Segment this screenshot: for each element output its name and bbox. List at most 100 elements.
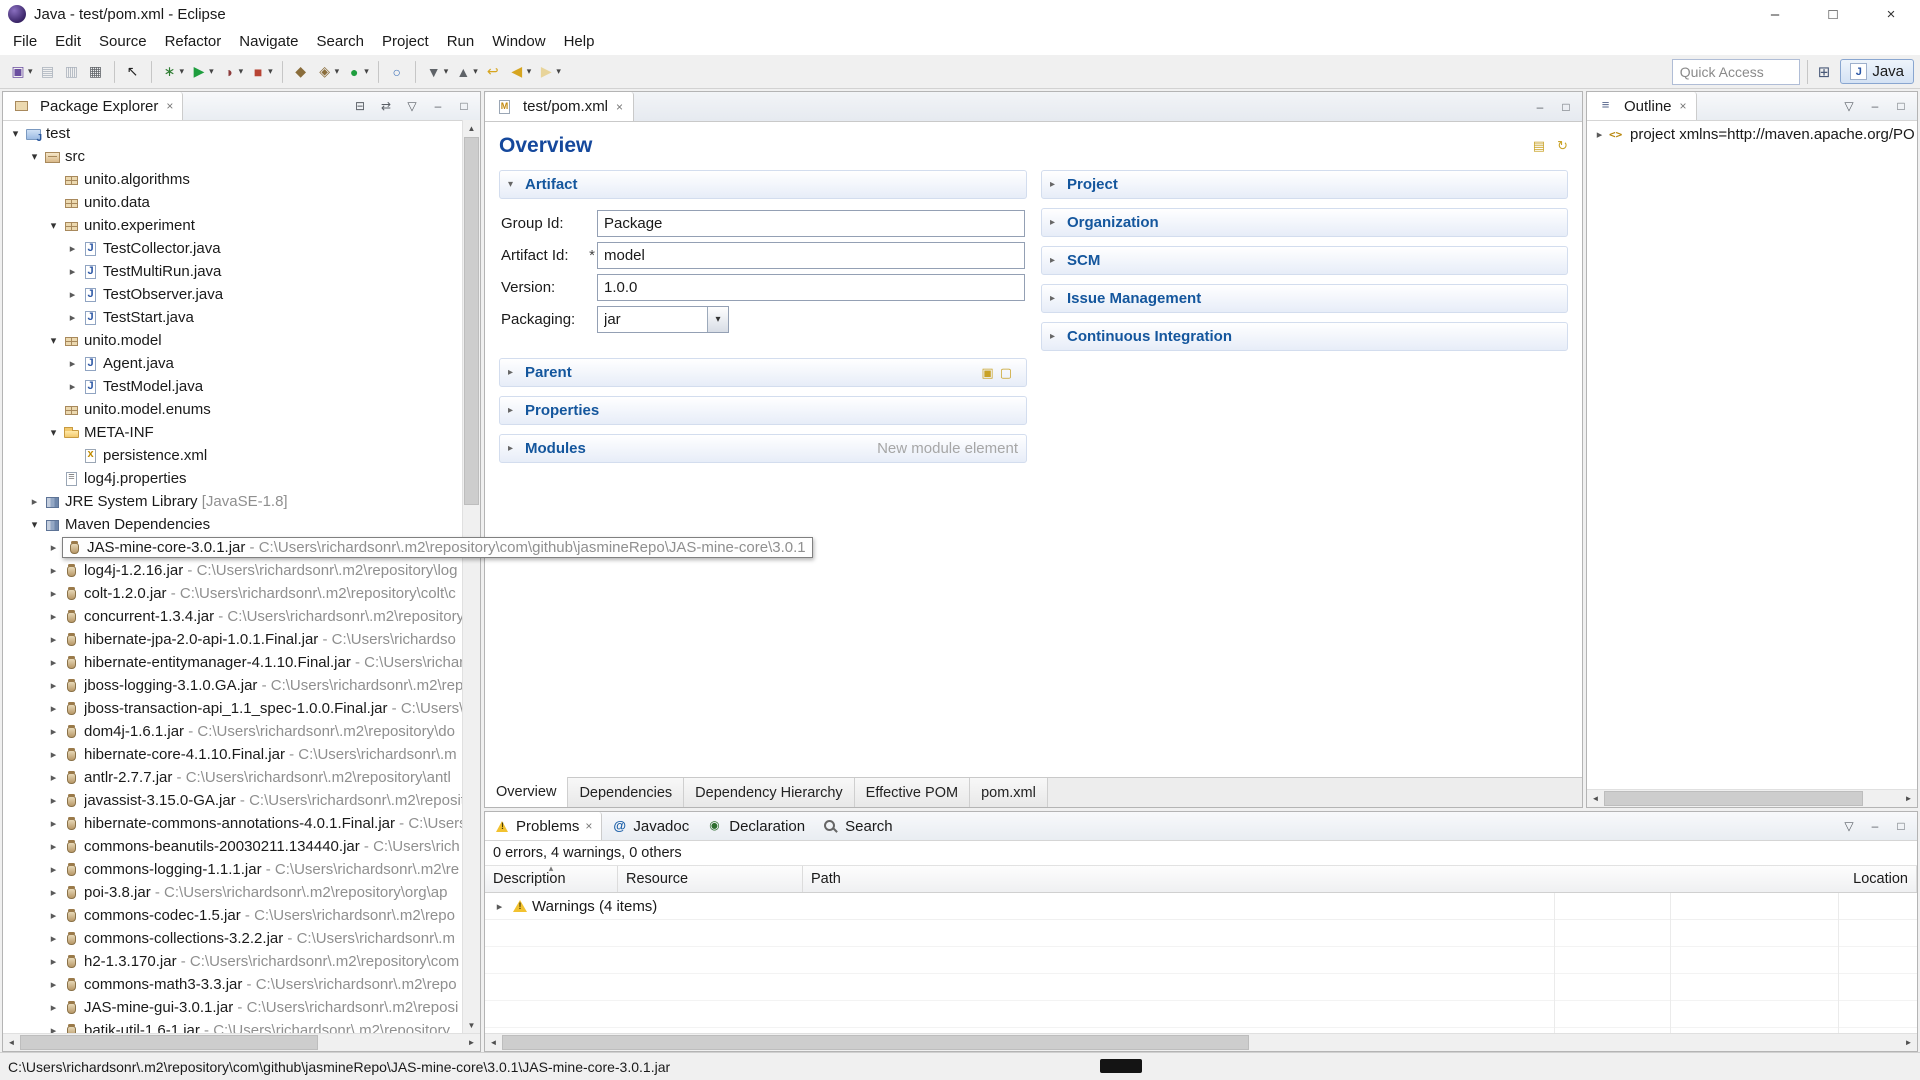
quick-access-input[interactable]: Quick Access xyxy=(1672,59,1800,85)
section-collapsed-icon[interactable] xyxy=(508,367,520,378)
scrollbar-thumb[interactable] xyxy=(20,1035,318,1050)
tree-item[interactable]: Agent.java xyxy=(3,352,480,375)
section-collapsed-icon[interactable] xyxy=(508,405,520,416)
scroll-up-icon[interactable] xyxy=(463,120,480,137)
selection-pointer-icon[interactable]: ↖ xyxy=(121,59,145,85)
expand-toggle-icon[interactable] xyxy=(45,656,62,669)
tree-item[interactable]: antlr-2.7.7.jar - C:\Users\richardsonr\.… xyxy=(3,766,480,789)
expand-toggle-icon[interactable] xyxy=(64,265,81,278)
tree-item[interactable]: javassist-3.15.0-GA.jar - C:\Users\richa… xyxy=(3,789,480,812)
properties-section-header[interactable]: Properties xyxy=(499,396,1027,425)
dropdown-arrow-icon[interactable] xyxy=(527,66,532,77)
horizontal-scrollbar[interactable] xyxy=(1587,789,1917,807)
dropdown-arrow-icon[interactable] xyxy=(180,66,185,77)
tree-item[interactable]: unito.model.enums xyxy=(3,398,480,421)
maximize-icon[interactable]: □ xyxy=(1891,816,1911,836)
tree-item[interactable]: batik-util-1.6-1.jar - C:\Users\richards… xyxy=(3,1019,480,1034)
minimize-icon[interactable]: – xyxy=(1865,96,1885,116)
artifact-id-input[interactable] xyxy=(598,247,1024,264)
scroll-left-icon[interactable] xyxy=(1587,790,1604,807)
expand-toggle-icon[interactable] xyxy=(45,886,62,899)
section-collapsed-icon[interactable] xyxy=(1050,255,1062,266)
section-collapsed-icon[interactable] xyxy=(508,443,520,454)
refresh-pom-icon[interactable]: ↻ xyxy=(1557,138,1568,154)
expand-toggle-icon[interactable] xyxy=(45,633,62,646)
column-header[interactable]: Location xyxy=(1845,866,1917,892)
parent-section-header[interactable]: Parent ▣ ▢ xyxy=(499,358,1027,387)
horizontal-scrollbar[interactable] xyxy=(3,1033,480,1051)
expand-toggle-icon[interactable] xyxy=(45,817,62,830)
save-icon[interactable]: ▤ xyxy=(36,59,60,85)
tree-item[interactable]: dom4j-1.6.1.jar - C:\Users\richardsonr\.… xyxy=(3,720,480,743)
close-button[interactable]: × xyxy=(1862,0,1920,28)
expand-toggle-icon[interactable] xyxy=(26,150,43,163)
column-header[interactable]: Path xyxy=(803,866,1845,892)
packaging-select[interactable] xyxy=(598,311,707,328)
tree-item[interactable]: TestCollector.java xyxy=(3,237,480,260)
expand-toggle-icon[interactable] xyxy=(45,978,62,991)
expand-toggle-icon[interactable] xyxy=(64,380,81,393)
dropdown-arrow-icon[interactable] xyxy=(556,66,561,77)
problems-warnings-row[interactable]: Warnings (4 items) xyxy=(485,893,1917,920)
back-icon[interactable]: ◀ xyxy=(505,59,535,85)
editor-page-tab[interactable]: Overview xyxy=(485,777,568,807)
view-menu-icon[interactable]: ▽ xyxy=(402,96,422,116)
collapse-all-icon[interactable]: ⊟ xyxy=(350,96,370,116)
scrollbar-thumb[interactable] xyxy=(502,1035,1249,1050)
menu-item[interactable]: Source xyxy=(90,29,156,54)
tree-item[interactable]: poi-3.8.jar - C:\Users\richardsonr\.m2\r… xyxy=(3,881,480,904)
expand-toggle-icon[interactable] xyxy=(64,357,81,370)
debug-icon[interactable]: ∗ xyxy=(158,59,188,85)
open-parent-pom-icon[interactable]: ▢ xyxy=(1000,365,1012,381)
tree-item[interactable]: hibernate-entitymanager-4.1.10.Final.jar… xyxy=(3,651,480,674)
column-header[interactable]: Resource xyxy=(618,866,803,892)
new-java-project-icon[interactable]: ◆ xyxy=(289,59,313,85)
menu-item[interactable]: Help xyxy=(555,29,604,54)
tree-item[interactable]: commons-logging-1.1.1.jar - C:\Users\ric… xyxy=(3,858,480,881)
bottom-view-tab[interactable]: Search xyxy=(814,812,902,840)
dropdown-arrow-icon[interactable] xyxy=(268,66,273,77)
expand-toggle-icon[interactable] xyxy=(45,840,62,853)
expand-toggle-icon[interactable] xyxy=(7,127,24,140)
expand-toggle-icon[interactable] xyxy=(64,288,81,301)
tree-item[interactable]: META-INF xyxy=(3,421,480,444)
expand-toggle-icon[interactable] xyxy=(64,242,81,255)
close-icon[interactable] xyxy=(585,819,592,833)
tree-item[interactable]: JAS-mine-core-3.0.1.jar - C:\Users\richa… xyxy=(3,536,480,559)
tree-item[interactable]: log4j.properties xyxy=(3,467,480,490)
tree-item[interactable]: src xyxy=(3,145,480,168)
editor-tab-pom[interactable]: test/pom.xml xyxy=(485,92,634,121)
scroll-left-icon[interactable] xyxy=(3,1034,20,1051)
close-icon[interactable] xyxy=(616,100,623,114)
expand-toggle-icon[interactable] xyxy=(45,334,62,347)
maximize-button[interactable]: □ xyxy=(1804,0,1862,28)
dropdown-arrow-icon[interactable] xyxy=(444,66,449,77)
open-perspective-icon[interactable]: ⊞ xyxy=(1815,63,1834,81)
maximize-icon[interactable]: □ xyxy=(1891,96,1911,116)
forward-icon[interactable]: ▶ xyxy=(534,59,564,85)
outline-tab[interactable]: Outline xyxy=(1587,92,1697,120)
scrollbar-thumb[interactable] xyxy=(1604,791,1863,806)
external-tools-icon[interactable]: ■ xyxy=(246,59,276,85)
new-class-icon[interactable]: ● xyxy=(342,59,372,85)
close-icon[interactable] xyxy=(1680,99,1687,113)
expand-toggle-icon[interactable] xyxy=(45,748,62,761)
expand-toggle-icon[interactable] xyxy=(1591,128,1608,141)
expand-toggle-icon[interactable] xyxy=(45,955,62,968)
bottom-view-tab[interactable]: Declaration xyxy=(698,812,814,840)
group-id-input[interactable] xyxy=(598,215,1024,232)
tree-item[interactable]: hibernate-commons-annotations-4.0.1.Fina… xyxy=(3,812,480,835)
scroll-right-icon[interactable] xyxy=(1900,790,1917,807)
dropdown-button-icon[interactable] xyxy=(707,307,728,332)
menu-item[interactable]: Edit xyxy=(46,29,90,54)
menu-item[interactable]: Navigate xyxy=(230,29,307,54)
dropdown-arrow-icon[interactable] xyxy=(335,66,340,77)
tree-item[interactable]: JRE System Library [JavaSE-1.8] xyxy=(3,490,480,513)
section-header[interactable]: Project xyxy=(1041,170,1568,199)
tree-item[interactable]: TestObserver.java xyxy=(3,283,480,306)
menu-item[interactable]: Window xyxy=(483,29,554,54)
bottom-view-tab[interactable]: Javadoc xyxy=(602,812,698,840)
next-annotation-icon[interactable]: ▼ xyxy=(422,59,452,85)
search-icon[interactable]: ○ xyxy=(385,59,409,85)
section-collapsed-icon[interactable] xyxy=(1050,217,1062,228)
